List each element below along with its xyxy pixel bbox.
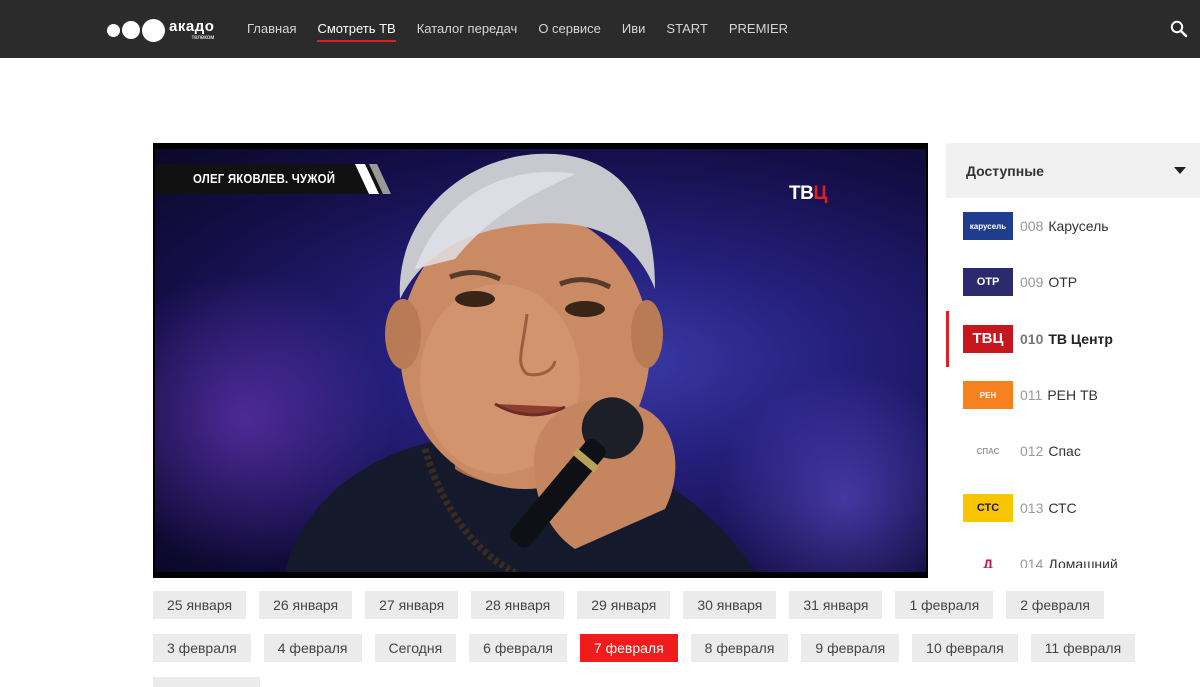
date-button[interactable]: 27 января	[365, 591, 459, 619]
channel-name: Спас	[1048, 443, 1081, 460]
nav-start[interactable]: START	[666, 20, 707, 44]
channel-number: 008	[1020, 218, 1044, 235]
top-navigation-bar: акадо телеком Главная Смотреть ТВ Катало…	[0, 0, 1200, 58]
logo-wordmark: акадо телеком	[169, 19, 214, 41]
date-button-partial[interactable]	[153, 677, 260, 687]
date-row-3	[153, 677, 273, 687]
nav-watch-tv[interactable]: Смотреть ТВ	[317, 20, 396, 44]
logo-main-text: акадо	[169, 18, 215, 35]
date-button[interactable]: 31 января	[789, 591, 883, 619]
channel-number: 013	[1020, 499, 1044, 516]
channel-logo-text: СТС	[976, 501, 1000, 514]
date-button[interactable]: 9 февраля	[801, 634, 900, 662]
channel-logo: СТС	[963, 493, 1013, 522]
channel-watermark: ТВЦ	[789, 183, 827, 205]
logo-sub-text: телеком	[191, 35, 215, 41]
date-button[interactable]: 6 февраля	[469, 634, 567, 662]
channel-name: Карусель	[1048, 218, 1109, 235]
channel-filter-dropdown[interactable]: Доступные	[946, 143, 1200, 198]
channel-watermark-accent: Ц	[813, 183, 827, 204]
channel-filter-label: Доступные	[966, 162, 1044, 179]
channel-logo-text: ОТР	[976, 276, 1000, 289]
channel-logo-text: ТВЦ	[972, 330, 1004, 348]
nav-premier[interactable]: PREMIER	[729, 20, 788, 44]
date-button[interactable]: 7 февраля	[579, 634, 678, 662]
channel-number: 010	[1020, 330, 1044, 347]
channel-logo: ОТР	[963, 268, 1013, 297]
channel-list-panel: Доступные карусель 008 Карусель ОТР 009 ОТР ТВ…	[946, 143, 1200, 568]
channel-logo-text: СПАС	[976, 446, 1000, 456]
channel-name: ТВ Центр	[1048, 330, 1113, 347]
channel-item[interactable]: ОТР 009 ОТР	[946, 254, 1200, 310]
date-button[interactable]: 30 января	[683, 591, 777, 619]
nav-home[interactable]: Главная	[247, 20, 296, 44]
akado-logo[interactable]: акадо телеком	[107, 17, 214, 43]
date-button[interactable]: 28 января	[471, 591, 565, 619]
channel-logo: РЕН	[963, 381, 1013, 410]
logo-dot-medium	[122, 21, 140, 39]
channel-logo-text: РЕН	[979, 390, 997, 400]
channel-logo-text: Д	[983, 555, 993, 568]
date-row-2: 3 февраля 4 февраля Сегодня 6 февраля 7 февр…	[153, 634, 1148, 662]
channel-item[interactable]: карусель 008 Карусель	[946, 198, 1200, 254]
channel-number: 011	[1020, 387, 1043, 404]
date-button[interactable]: 25 января	[153, 591, 247, 619]
channel-name: РЕН ТВ	[1047, 387, 1098, 404]
date-button[interactable]: 8 февраля	[690, 634, 789, 662]
channel-list: карусель 008 Карусель ОТР 009 ОТР ТВЦ 010 ТВ Цен…	[946, 198, 1200, 568]
channel-item[interactable]: ТВЦ 010 ТВ Центр	[946, 310, 1200, 367]
channel-logo: карусель	[963, 212, 1013, 241]
date-button[interactable]: 1 февраля	[895, 591, 994, 619]
date-button[interactable]: Сегодня	[374, 634, 457, 662]
date-button[interactable]: 4 февраля	[263, 634, 362, 662]
video-player[interactable]: ОЛЕГ ЯКОВЛЕВ. ЧУЖОЙ ТВЦ	[153, 143, 928, 578]
channel-name: СТС	[1048, 499, 1077, 516]
nav-catalog[interactable]: Каталог передач	[417, 20, 518, 44]
date-row-1: 25 января 26 января 27 января 28 января 29 я…	[153, 591, 1117, 619]
chevron-down-icon[interactable]	[1174, 167, 1186, 174]
nav-ivi[interactable]: Иви	[622, 20, 646, 44]
channel-name: ОТР	[1048, 274, 1078, 291]
date-button[interactable]: 10 февраля	[912, 634, 1018, 662]
main-nav: Главная Смотреть ТВ Каталог передач О се…	[247, 20, 809, 44]
date-button[interactable]: 11 февраля	[1030, 634, 1136, 662]
caption-stripe-decoration	[355, 164, 391, 194]
channel-item[interactable]: РЕН 011 РЕН ТВ	[946, 367, 1200, 423]
logo-dot-small	[107, 23, 120, 37]
channel-name: Домашний	[1048, 555, 1118, 568]
channel-item[interactable]: СТС 013 СТС	[946, 479, 1200, 535]
logo-dot-large	[142, 18, 165, 42]
channel-number: 009	[1020, 274, 1044, 291]
program-caption: ОЛЕГ ЯКОВЛЕВ. ЧУЖОЙ	[193, 171, 336, 186]
date-button[interactable]: 26 января	[259, 591, 353, 619]
channel-logo: СПАС	[963, 437, 1013, 466]
nav-about[interactable]: О сервисе	[538, 20, 601, 44]
singer-illustration	[285, 153, 755, 572]
date-button[interactable]: 29 января	[577, 591, 671, 619]
channel-item[interactable]: Д 014 Домашний	[946, 536, 1200, 568]
channel-logo-text: карусель	[969, 221, 1007, 231]
date-button[interactable]: 2 февраля	[1006, 591, 1104, 619]
date-button[interactable]: 3 февраля	[153, 634, 251, 662]
channel-watermark-main: ТВ	[789, 183, 814, 204]
channel-item[interactable]: СПАС 012 Спас	[946, 423, 1200, 479]
channel-logo: ТВЦ	[963, 324, 1013, 353]
search-icon[interactable]	[1170, 20, 1188, 38]
channel-number: 012	[1020, 443, 1044, 460]
channel-logo: Д	[963, 549, 1013, 568]
video-frame[interactable]: ОЛЕГ ЯКОВЛЕВ. ЧУЖОЙ ТВЦ	[155, 149, 926, 572]
channel-number: 014	[1020, 555, 1044, 568]
